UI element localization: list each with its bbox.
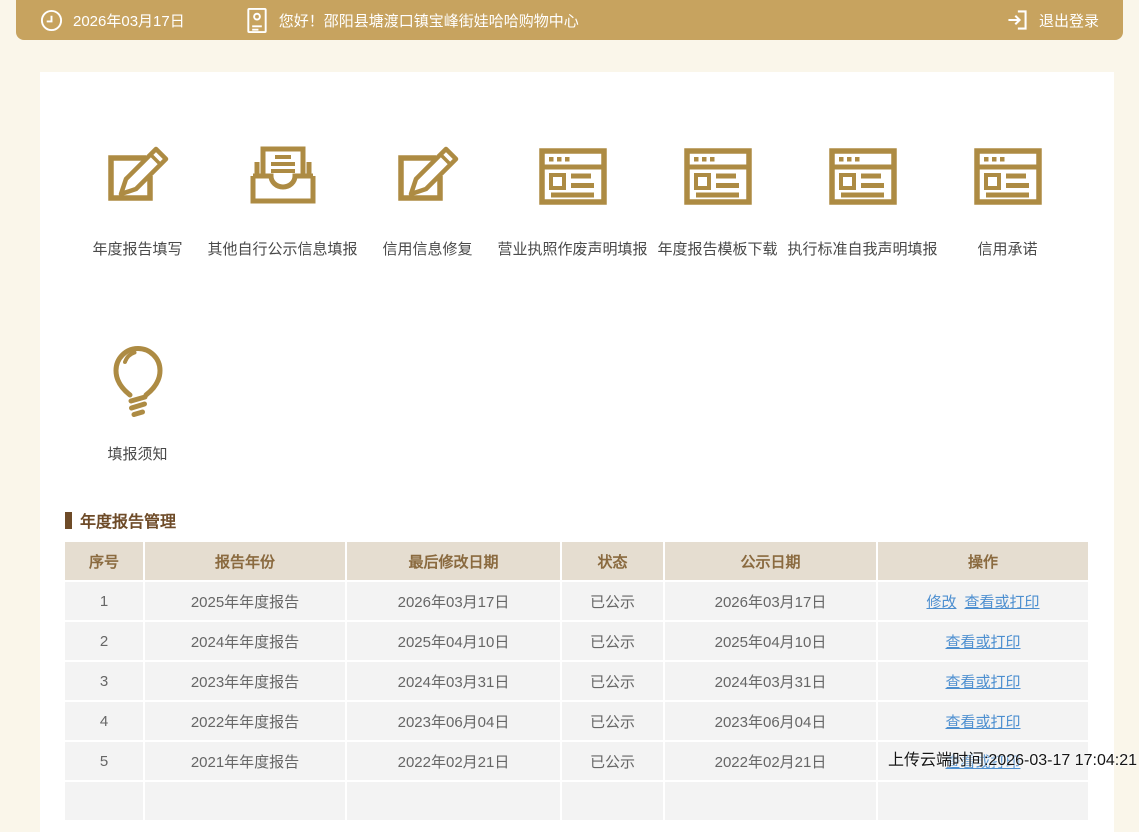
feature-label: 填报须知 xyxy=(107,443,167,464)
topbar-greeting: 您好！邵阳县塘渡口镇宝峰街娃哈哈购物中心 xyxy=(279,10,579,31)
actions-cell: 查看或打印 xyxy=(878,662,1088,702)
upload-time-watermark: 上传云端时间:2026-03-17 17:04:21 xyxy=(888,746,1137,770)
section-header: 年度报告管理 xyxy=(65,508,1114,532)
topbar-date: 2026年03月17日 xyxy=(73,10,185,31)
table-row-partial xyxy=(65,782,1088,822)
view-or-print-link[interactable]: 查看或打印 xyxy=(965,594,1040,611)
table-row: 32023年年度报告2024年03月31日已公示2024年03月31日查看或打印 xyxy=(65,662,1088,702)
feature-item[interactable]: 填报须知 xyxy=(65,343,210,464)
row-index: 4 xyxy=(65,702,145,742)
actions-cell: 修改查看或打印 xyxy=(878,582,1088,622)
empty-cell xyxy=(665,782,878,822)
feature-label: 信用承诺 xyxy=(977,238,1037,259)
main-panel: 年度报告填写 其他自行公示信息填报 信用信息修复 xyxy=(40,72,1114,832)
feature-item[interactable]: 年度报告填写 xyxy=(65,140,210,259)
report-year: 2024年年度报告 xyxy=(145,622,347,662)
publish-date: 2026年03月17日 xyxy=(665,582,878,622)
last-modified-date: 2026年03月17日 xyxy=(347,582,562,622)
section-title: 年度报告管理 xyxy=(80,508,176,532)
row-index: 1 xyxy=(65,582,145,622)
column-header: 序号 xyxy=(65,542,145,582)
feature-item[interactable]: 营业执照作废声明填报 xyxy=(500,140,645,259)
status-badge: 已公示 xyxy=(562,742,665,782)
actions-cell: 查看或打印 xyxy=(878,622,1088,662)
logout-label: 退出登录 xyxy=(1039,10,1099,31)
feature-item[interactable]: 执行标准自我声明填报 xyxy=(790,140,935,259)
status-badge: 已公示 xyxy=(562,622,665,662)
id-badge-icon xyxy=(245,7,269,34)
table-row: 22024年年度报告2025年04月10日已公示2025年04月10日查看或打印 xyxy=(65,622,1088,662)
topbar-user-group: 您好！邵阳县塘渡口镇宝峰街娃哈哈购物中心 xyxy=(245,7,579,34)
report-year: 2021年年度报告 xyxy=(145,742,347,782)
actions-cell: 查看或打印 xyxy=(878,702,1088,742)
logout-button[interactable]: 退出登录 xyxy=(1005,8,1099,32)
publish-date: 2024年03月31日 xyxy=(665,662,878,702)
empty-cell xyxy=(878,782,1088,822)
row-index: 2 xyxy=(65,622,145,662)
column-header: 操作 xyxy=(878,542,1088,582)
publish-date: 2023年06月04日 xyxy=(665,702,878,742)
publish-date: 2025年04月10日 xyxy=(665,622,878,662)
last-modified-date: 2023年06月04日 xyxy=(347,702,562,742)
inbox-document-icon xyxy=(244,140,322,206)
report-year: 2023年年度报告 xyxy=(145,662,347,702)
column-header: 状态 xyxy=(562,542,665,582)
status-badge: 已公示 xyxy=(562,662,665,702)
browser-window-icon xyxy=(827,140,899,206)
logout-icon xyxy=(1005,8,1029,32)
clock-icon xyxy=(40,9,63,32)
table-header-row: 序号报告年份最后修改日期状态公示日期操作 xyxy=(65,542,1088,582)
row-index: 5 xyxy=(65,742,145,782)
table-row: 12025年年度报告2026年03月17日已公示2026年03月17日修改查看或… xyxy=(65,582,1088,622)
feature-label: 信用信息修复 xyxy=(382,238,472,259)
browser-window-icon xyxy=(972,140,1044,206)
feature-item[interactable]: 信用承诺 xyxy=(935,140,1080,259)
row-index: 3 xyxy=(65,662,145,702)
browser-window-icon xyxy=(682,140,754,206)
topbar: 2026年03月17日 您好！邵阳县塘渡口镇宝峰街娃哈哈购物中心 退出登录 xyxy=(16,0,1123,40)
empty-cell xyxy=(562,782,665,822)
lightbulb-icon xyxy=(107,343,169,425)
last-modified-date: 2022年02月21日 xyxy=(347,742,562,782)
feature-label: 年度报告填写 xyxy=(92,238,182,259)
feature-label: 其他自行公示信息填报 xyxy=(208,238,358,259)
column-header: 公示日期 xyxy=(665,542,878,582)
report-year: 2025年年度报告 xyxy=(145,582,347,622)
notice-row: 填报须知 xyxy=(65,343,1114,464)
column-header: 最后修改日期 xyxy=(347,542,562,582)
last-modified-date: 2024年03月31日 xyxy=(347,662,562,702)
view-or-print-link[interactable]: 查看或打印 xyxy=(945,634,1020,651)
feature-label: 营业执照作废声明填报 xyxy=(498,238,648,259)
table-row: 42022年年度报告2023年06月04日已公示2023年06月04日查看或打印 xyxy=(65,702,1088,742)
feature-item[interactable]: 年度报告模板下载 xyxy=(645,140,790,259)
feature-grid: 年度报告填写 其他自行公示信息填报 信用信息修复 xyxy=(65,140,1114,259)
empty-cell xyxy=(347,782,562,822)
status-badge: 已公示 xyxy=(562,702,665,742)
feature-item[interactable]: 其他自行公示信息填报 xyxy=(210,140,355,259)
edit-square-icon xyxy=(392,140,464,206)
publish-date: 2022年02月21日 xyxy=(665,742,878,782)
feature-label: 执行标准自我声明填报 xyxy=(788,238,938,259)
section-marker xyxy=(65,512,72,529)
feature-label: 年度报告模板下载 xyxy=(657,238,777,259)
view-or-print-link[interactable]: 查看或打印 xyxy=(945,714,1020,731)
annual-report-table: 序号报告年份最后修改日期状态公示日期操作 12025年年度报告2026年03月1… xyxy=(65,542,1088,822)
view-or-print-link[interactable]: 查看或打印 xyxy=(945,674,1020,691)
last-modified-date: 2025年04月10日 xyxy=(347,622,562,662)
modify-link[interactable]: 修改 xyxy=(926,594,956,611)
topbar-date-group: 2026年03月17日 xyxy=(40,9,185,32)
report-year: 2022年年度报告 xyxy=(145,702,347,742)
column-header: 报告年份 xyxy=(145,542,347,582)
feature-item[interactable]: 信用信息修复 xyxy=(355,140,500,259)
browser-window-icon xyxy=(537,140,609,206)
empty-cell xyxy=(145,782,347,822)
edit-square-icon xyxy=(102,140,174,206)
status-badge: 已公示 xyxy=(562,582,665,622)
empty-cell xyxy=(65,782,145,822)
